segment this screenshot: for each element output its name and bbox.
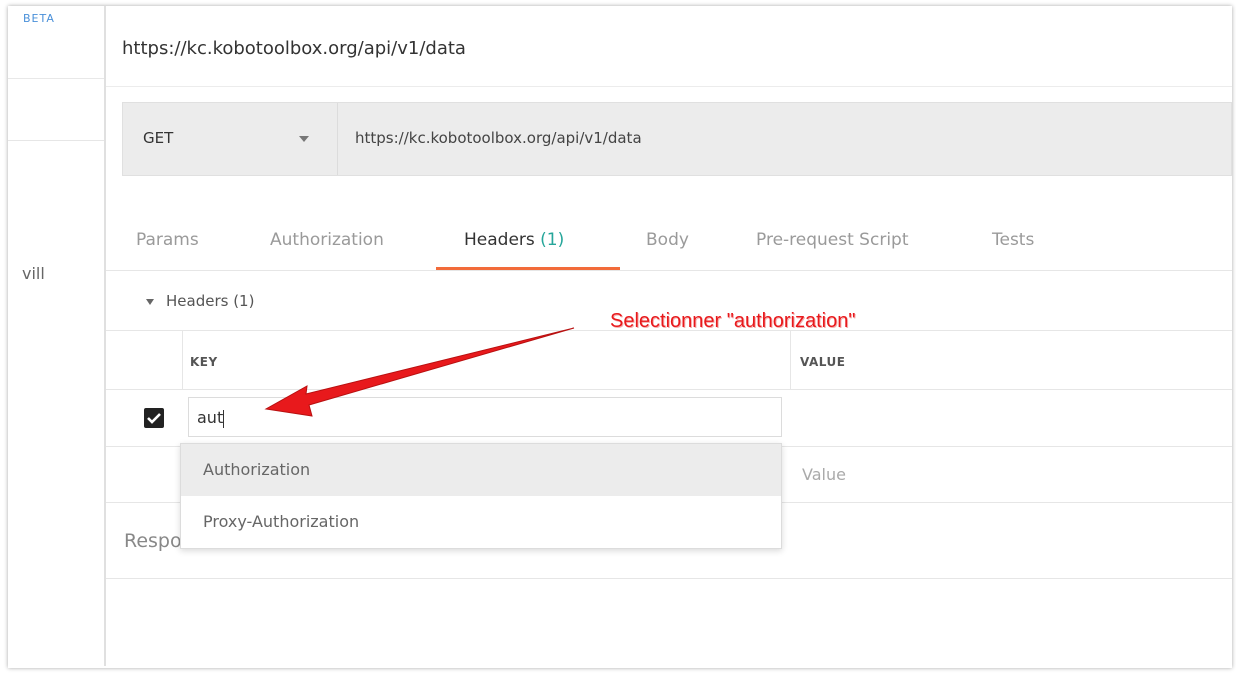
annotation-arrow-icon [264, 327, 575, 417]
